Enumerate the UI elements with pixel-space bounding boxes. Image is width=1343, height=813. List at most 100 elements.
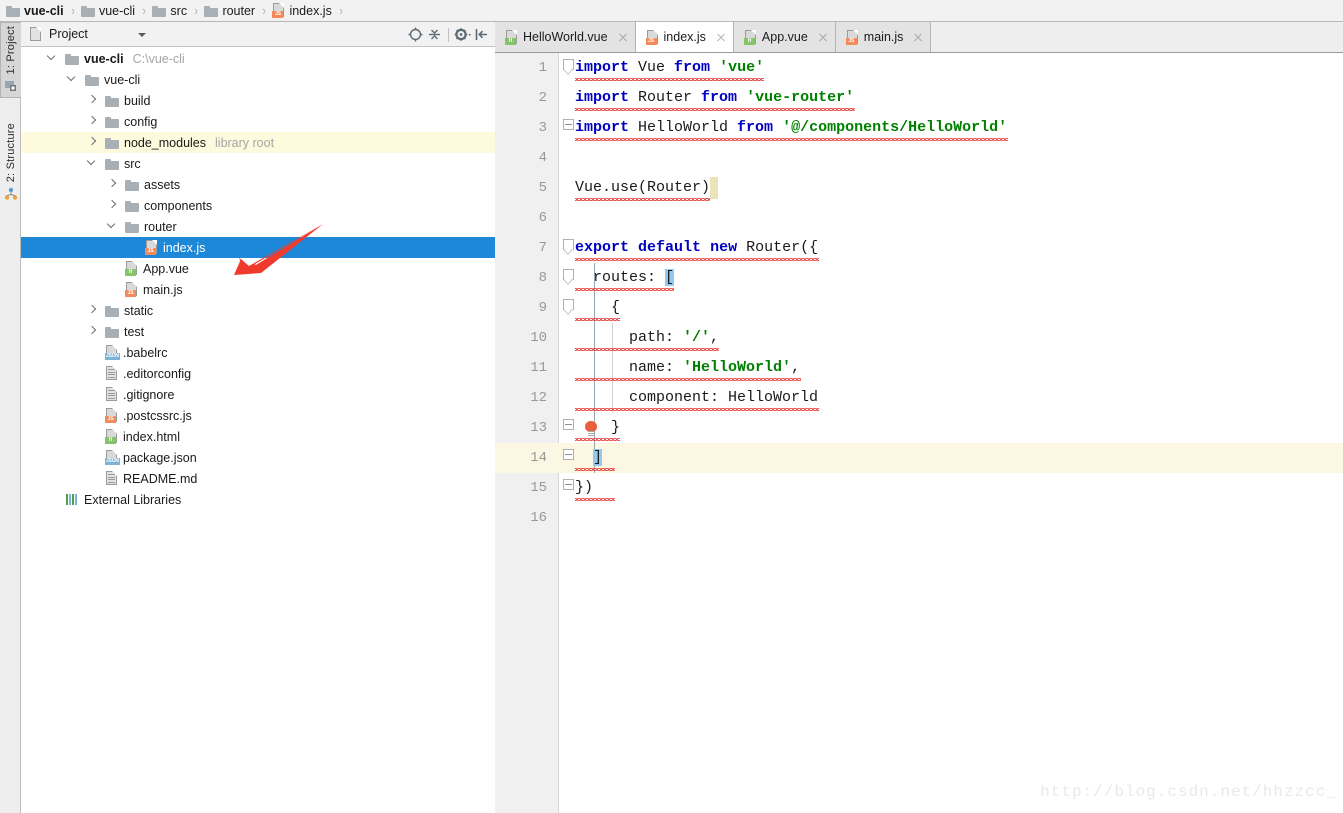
error-underline bbox=[575, 288, 675, 291]
tree-item-label: App.vue bbox=[143, 261, 189, 276]
breadcrumb-item[interactable]: vue-cli bbox=[80, 0, 135, 22]
chevron-right-icon[interactable] bbox=[87, 115, 98, 127]
chevron-down-icon[interactable] bbox=[66, 72, 78, 85]
editor-tab[interactable]: JS index.js bbox=[635, 22, 734, 52]
fold-marker-icon[interactable] bbox=[563, 449, 574, 466]
sidebar-item-project[interactable]: 1: Project bbox=[0, 22, 21, 99]
tree-row[interactable]: JS .postcssrc.js bbox=[21, 405, 495, 426]
code-editor[interactable]: 1 import Vue from 'vue' 2 import Router fro… bbox=[495, 53, 1343, 813]
tree-row[interactable]: src bbox=[21, 153, 495, 174]
close-icon[interactable] bbox=[617, 32, 628, 43]
tree-row[interactable]: vue-cli bbox=[21, 69, 495, 90]
chevron-right-icon[interactable] bbox=[87, 94, 98, 106]
chevron-down-icon[interactable] bbox=[46, 51, 58, 64]
tree-row[interactable]: JSON package.json bbox=[21, 447, 495, 468]
code-line[interactable]: 1 import Vue from 'vue' bbox=[495, 53, 1343, 83]
code-line[interactable]: 2 import Router from 'vue-router' bbox=[495, 83, 1343, 113]
project-tree[interactable]: vue-cli C:\vue-cli vue-cli build config node_… bbox=[21, 48, 495, 813]
js-file-icon: JS bbox=[105, 408, 118, 423]
code-line[interactable]: 9 { bbox=[495, 293, 1343, 323]
error-underline bbox=[575, 468, 615, 471]
line-number: 3 bbox=[538, 120, 547, 136]
fold-marker-icon[interactable] bbox=[563, 119, 574, 136]
code-line[interactable]: 4 bbox=[495, 143, 1343, 173]
intention-bulb-icon[interactable] bbox=[585, 421, 597, 436]
chevron-down-icon[interactable] bbox=[138, 33, 146, 37]
code-line[interactable]: 10 path: '/', bbox=[495, 323, 1343, 353]
chevron-right-icon[interactable] bbox=[87, 136, 98, 148]
watermark-text: http://blog.csdn.net/hhzzcc_ bbox=[1040, 783, 1337, 801]
hide-panel-icon[interactable] bbox=[472, 22, 491, 47]
tree-row[interactable]: External Libraries bbox=[21, 489, 495, 510]
fold-marker-icon[interactable] bbox=[563, 419, 574, 436]
editor-tab[interactable]: H App.vue bbox=[733, 22, 836, 52]
fold-marker-icon[interactable] bbox=[563, 59, 574, 76]
code-line[interactable]: 6 bbox=[495, 203, 1343, 233]
settings-gear-icon[interactable] bbox=[453, 22, 472, 47]
folder-icon bbox=[152, 5, 167, 17]
breadcrumb-item[interactable]: router bbox=[204, 0, 255, 22]
tree-row[interactable]: vue-cli C:\vue-cli bbox=[21, 48, 495, 69]
close-icon[interactable] bbox=[912, 32, 923, 43]
code-line[interactable]: 15}) bbox=[495, 473, 1343, 503]
project-view-icon bbox=[29, 27, 42, 42]
tree-item-label: index.js bbox=[163, 240, 206, 255]
error-underline bbox=[575, 198, 711, 201]
close-icon[interactable] bbox=[817, 32, 828, 43]
breadcrumb-item[interactable]: vue-cli bbox=[6, 0, 64, 22]
tree-row[interactable]: Hindex.html bbox=[21, 426, 495, 447]
code-line[interactable]: 11 name: 'HelloWorld', bbox=[495, 353, 1343, 383]
fold-marker-icon[interactable] bbox=[563, 269, 574, 286]
code-line[interactable]: 13 } bbox=[495, 413, 1343, 443]
code-line[interactable]: 5 Vue.use(Router) bbox=[495, 173, 1343, 203]
code-line[interactable]: 8 routes: [ bbox=[495, 263, 1343, 293]
tree-item-label: config bbox=[124, 114, 158, 129]
tree-row[interactable]: JS main.js bbox=[21, 279, 495, 300]
chevron-right-icon[interactable] bbox=[107, 199, 118, 211]
editor-tab-label: App.vue bbox=[761, 30, 808, 44]
tree-row[interactable]: assets bbox=[21, 174, 495, 195]
tree-row[interactable]: .editorconfig bbox=[21, 363, 495, 384]
tree-row[interactable]: JSON .babelrc bbox=[21, 342, 495, 363]
tree-row-selected[interactable]: JS index.js bbox=[21, 237, 495, 258]
folder-icon bbox=[105, 95, 119, 107]
tree-row[interactable]: config bbox=[21, 111, 495, 132]
tree-row[interactable]: static bbox=[21, 300, 495, 321]
tree-row[interactable]: router bbox=[21, 216, 495, 237]
folder-icon bbox=[105, 326, 119, 338]
editor-tab[interactable]: JS main.js bbox=[835, 22, 932, 52]
line-number: 1 bbox=[538, 60, 547, 76]
breadcrumb-item[interactable]: src bbox=[152, 0, 187, 22]
chevron-right-icon[interactable] bbox=[87, 325, 98, 337]
tree-row[interactable]: build bbox=[21, 90, 495, 111]
breadcrumb-item[interactable]: JS index.js bbox=[272, 0, 332, 22]
collapse-all-icon[interactable] bbox=[425, 22, 444, 47]
tree-row[interactable]: .gitignore bbox=[21, 384, 495, 405]
fold-marker-icon[interactable] bbox=[563, 299, 574, 316]
code-line[interactable]: 7 export default new Router({ bbox=[495, 233, 1343, 263]
close-icon[interactable] bbox=[715, 32, 726, 43]
code-line-active[interactable]: 14 ] bbox=[495, 443, 1343, 473]
fold-marker-icon[interactable] bbox=[563, 239, 574, 256]
locate-target-icon[interactable] bbox=[406, 22, 425, 47]
tree-row[interactable]: H App.vue bbox=[21, 258, 495, 279]
fold-marker-icon[interactable] bbox=[563, 479, 574, 496]
code-line[interactable]: 16 bbox=[495, 503, 1343, 533]
editor-tab[interactable]: H HelloWorld.vue bbox=[495, 22, 636, 52]
chevron-right-icon[interactable] bbox=[107, 178, 118, 190]
chevron-down-icon[interactable] bbox=[86, 156, 98, 169]
tree-row[interactable]: components bbox=[21, 195, 495, 216]
code-line[interactable]: 12 component: HelloWorld bbox=[495, 383, 1343, 413]
tree-item-annotation: C:\vue-cli bbox=[132, 51, 185, 66]
folder-icon bbox=[105, 305, 119, 317]
code-line[interactable]: 3 import HelloWorld from '@/components/He… bbox=[495, 113, 1343, 143]
sidebar-item-structure[interactable]: 2: Structure bbox=[0, 120, 21, 205]
chevron-down-icon[interactable] bbox=[106, 219, 118, 232]
folder-icon bbox=[85, 74, 99, 86]
tree-row[interactable]: node_modules library root bbox=[21, 132, 495, 153]
tree-row[interactable]: test bbox=[21, 321, 495, 342]
chevron-right-icon[interactable] bbox=[87, 304, 98, 316]
tree-row[interactable]: README.md bbox=[21, 468, 495, 489]
